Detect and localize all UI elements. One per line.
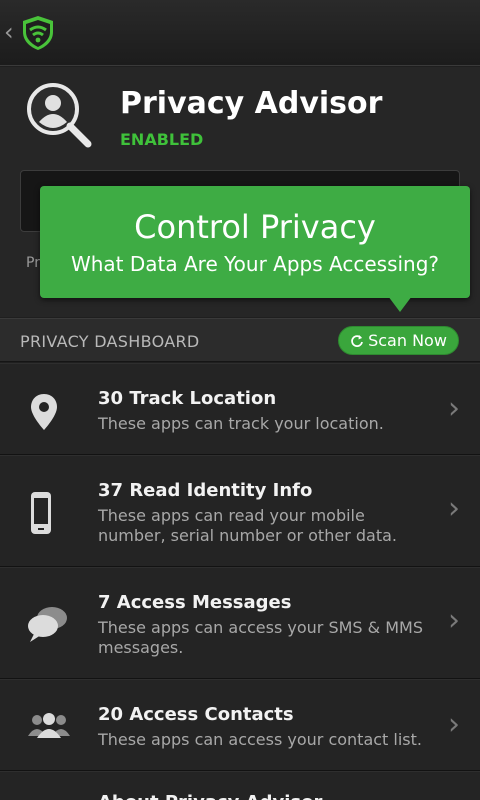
phone-icon: [31, 492, 51, 534]
chevron-right-icon: ›: [448, 391, 460, 426]
chevron-right-icon: ›: [448, 603, 460, 638]
lookout-shield-logo-icon[interactable]: [20, 14, 56, 52]
section-title: PRIVACY DASHBOARD: [20, 332, 200, 351]
item-title: 7 Access Messages: [98, 592, 292, 613]
contacts-icon: [28, 713, 70, 738]
privacy-category-list: 30 Track Location These apps can track y…: [0, 363, 480, 800]
privacy-dashboard-header: PRIVACY DASHBOARD Scan Now: [0, 318, 480, 362]
list-item-access-contacts[interactable]: 20 Access Contacts These apps can access…: [0, 679, 480, 771]
tooltip-title: Control Privacy: [134, 208, 376, 246]
status-badge: ENABLED: [120, 130, 204, 149]
item-title: 30 Track Location: [98, 388, 277, 409]
tooltip-pointer: [388, 296, 412, 312]
refresh-icon: [351, 334, 363, 347]
chevron-right-icon: ›: [448, 707, 460, 742]
list-item-about[interactable]: About Privacy Advisor: [0, 771, 480, 800]
item-title: 37 Read Identity Info: [98, 480, 313, 501]
scan-now-button[interactable]: Scan Now: [338, 326, 459, 355]
action-bar: ‹: [0, 0, 480, 66]
list-item-track-location[interactable]: 30 Track Location These apps can track y…: [0, 363, 480, 455]
location-pin-icon: [31, 394, 57, 430]
page-title: Privacy Advisor: [120, 86, 383, 121]
control-privacy-tooltip[interactable]: Control Privacy What Data Are Your Apps …: [40, 186, 470, 298]
list-item-read-identity[interactable]: 37 Read Identity Info These apps can rea…: [0, 455, 480, 567]
tooltip-subtitle: What Data Are Your Apps Accessing?: [70, 252, 440, 276]
item-description: These apps can access your contact list.: [98, 730, 422, 749]
item-description: These apps can read your mobile number, …: [98, 506, 397, 545]
back-chevron-icon[interactable]: ‹: [4, 18, 14, 46]
item-description: These apps can access your SMS & MMS mes…: [98, 618, 423, 657]
list-item-access-messages[interactable]: 7 Access Messages These apps can access …: [0, 567, 480, 679]
privacy-magnifier-icon: [27, 83, 92, 148]
scan-now-label: Scan Now: [368, 331, 447, 350]
item-title: 20 Access Contacts: [98, 704, 294, 725]
chat-bubbles-icon: [28, 607, 67, 642]
item-title: About Privacy Advisor: [98, 792, 322, 800]
item-description: These apps can track your location.: [98, 414, 384, 433]
chevron-right-icon: ›: [448, 491, 460, 526]
